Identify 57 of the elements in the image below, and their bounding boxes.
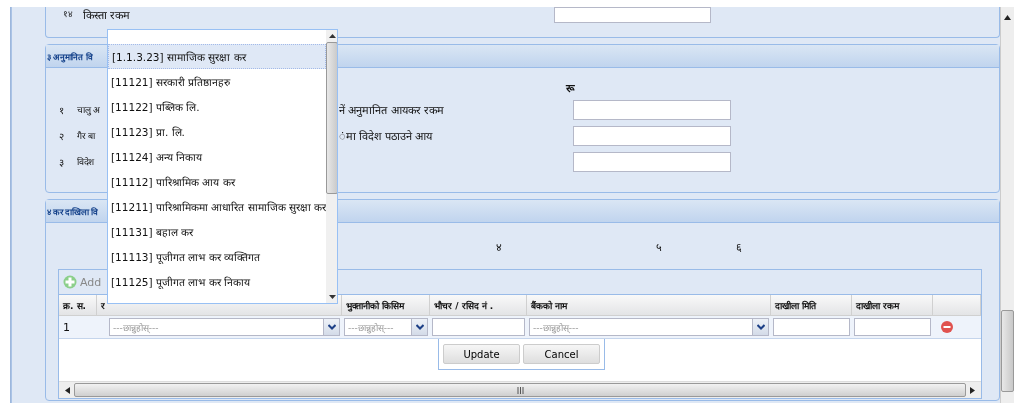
row-number: २ — [59, 129, 65, 143]
up-arrow-icon — [328, 34, 336, 38]
down-arrow-icon — [328, 295, 336, 299]
text-field[interactable] — [432, 318, 525, 336]
field-label: विदेश — [77, 156, 95, 168]
field-label: किस्ता रकम — [83, 8, 132, 22]
dropdown-option[interactable]: [11122] पब्लिक लि. — [108, 94, 327, 119]
dropdown-option[interactable]: [11121] सरकारी प्रतिष्ठानहरु — [108, 69, 327, 94]
left-arrow-icon — [65, 386, 70, 394]
dropdown-option[interactable]: [11131] बहाल कर — [108, 219, 327, 244]
field-label: ंमा विदेश पठाउने आय — [339, 129, 434, 143]
grip-icon — [516, 386, 524, 394]
column-header[interactable]: बैंकको नाम — [527, 295, 771, 315]
field-label: नें अनुमानित आयकर रकम — [339, 103, 446, 117]
plus-icon — [63, 275, 77, 289]
table-cell-text: 1 — [62, 320, 71, 334]
dropdown-button[interactable] — [323, 319, 339, 335]
text-field[interactable] — [573, 125, 731, 146]
text-field[interactable] — [573, 99, 731, 120]
action-button[interactable]: Cancel — [523, 344, 600, 364]
dropdown-option[interactable]: [11125] पूजीगत लाभ कर निकाय — [108, 269, 327, 294]
up-arrow-icon — [1004, 15, 1011, 20]
dropdown-button[interactable] — [411, 319, 427, 335]
action-button[interactable]: Update — [443, 344, 520, 364]
column-header[interactable]: भुक्तानीको किसिम — [342, 295, 430, 315]
chevron-icon — [327, 324, 336, 330]
minus-icon — [941, 321, 953, 333]
currency-label: रू — [566, 81, 576, 94]
row-number: १ — [59, 103, 65, 117]
column-header[interactable]: भौचर / रसिद नं . — [430, 295, 527, 315]
column-number: ४ — [496, 240, 503, 253]
dropdown-option[interactable]: [11211] पारिश्रामिकमा आधारित सामाजिक सुरक्षा कर — [108, 194, 327, 219]
field-label: गैर बा — [77, 130, 95, 142]
dropdown-button[interactable] — [752, 319, 768, 335]
row-number: १४ — [63, 8, 74, 20]
chevron-icon — [756, 324, 765, 330]
chevron-icon — [415, 324, 424, 330]
column-header[interactable]: दाखीला मिति — [771, 295, 852, 315]
column-number: ५ — [656, 240, 663, 253]
section-title: ३ अनुमानित वि — [47, 50, 93, 62]
column-header[interactable]: दाखीला रकम — [852, 295, 933, 315]
right-arrow-icon — [970, 386, 975, 394]
text-field[interactable] — [554, 7, 711, 23]
dropdown-option[interactable]: [11112] पारिश्रामिक आय कर — [108, 169, 327, 194]
dropdown-option[interactable]: [11124] अन्य निकाय — [108, 144, 327, 169]
remove-button[interactable] — [941, 321, 953, 333]
text-field[interactable] — [773, 318, 850, 336]
column-header[interactable]: क्र. स. — [59, 295, 97, 315]
text-field[interactable] — [573, 151, 731, 172]
row-number: ३ — [59, 155, 65, 169]
dropdown-option[interactable]: [11113] पूजीगत लाभ कर व्यक्तिगत — [108, 244, 327, 269]
text-field[interactable] — [854, 318, 931, 336]
column-number: ६ — [736, 240, 743, 253]
field-label: चालु अ — [77, 104, 100, 116]
dropdown-option[interactable]: [1.1.3.23] सामाजिक सुरक्षा कर — [108, 44, 327, 69]
dropdown-option[interactable]: [11123] प्रा. लि. — [108, 119, 327, 144]
section-title: ४ कर दाखिला वि — [47, 205, 98, 217]
